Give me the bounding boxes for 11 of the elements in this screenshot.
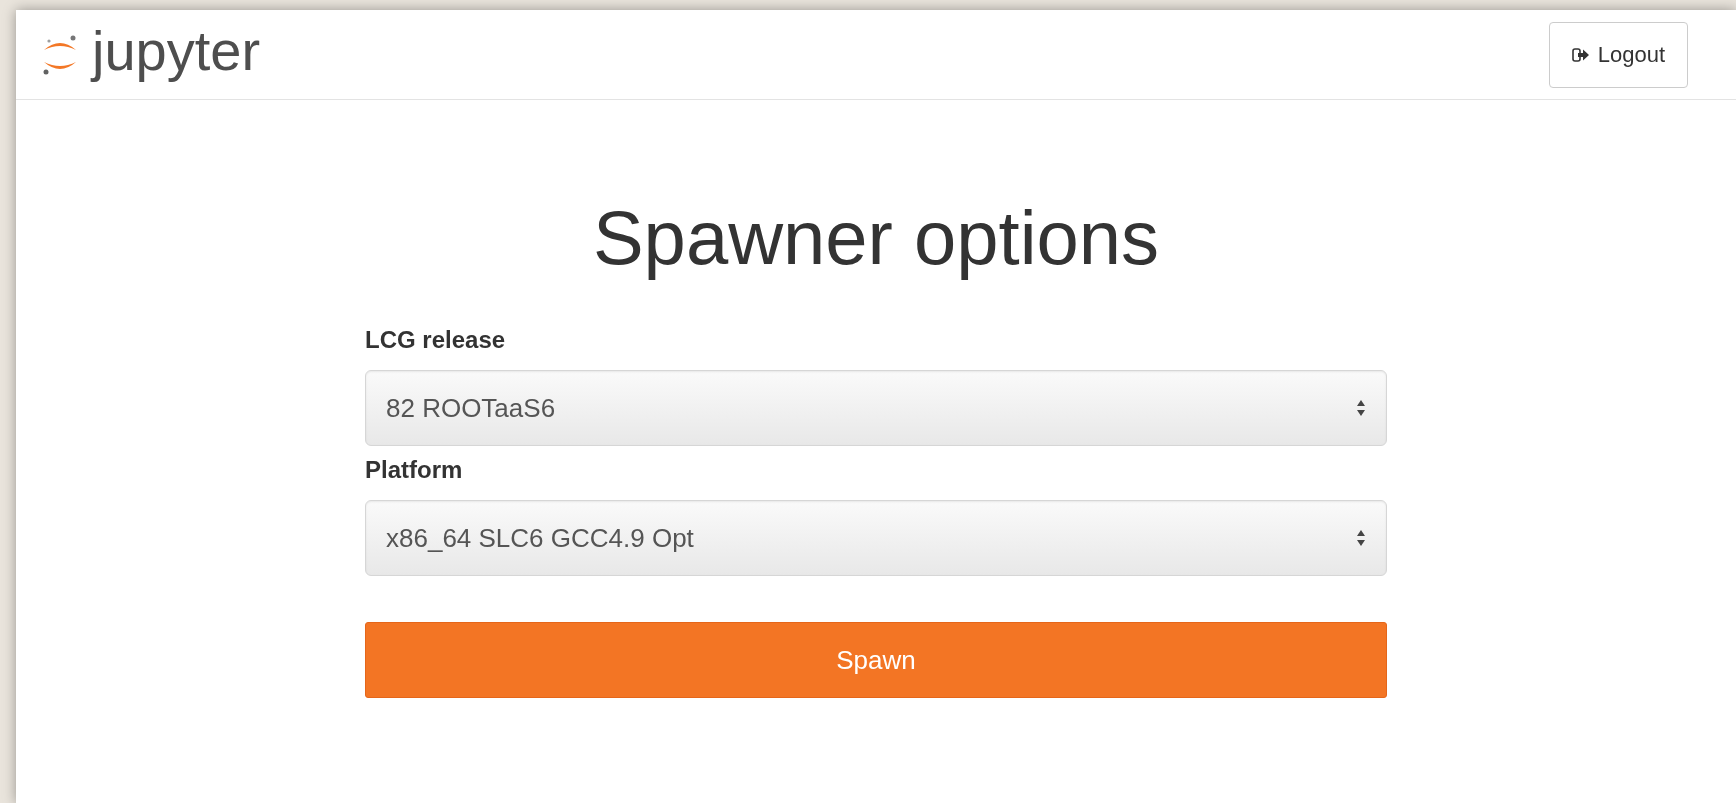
dropdown-select[interactable]: x86_64 SLC6 GCC4.9 Opt: [365, 500, 1387, 576]
logout-button[interactable]: Logout: [1548, 21, 1688, 88]
field-label: Platform: [365, 455, 464, 485]
sign-out-icon: [1571, 46, 1590, 63]
sort-arrows-icon: [1356, 399, 1366, 417]
select-value: x86_64 SLC6 GCC4.9 Opt: [386, 521, 694, 555]
logo-text: jupyter: [92, 22, 261, 84]
dropdown-select[interactable]: 82 ROOTaaS6: [365, 370, 1387, 446]
sort-arrows-icon: [1356, 529, 1366, 547]
select-value: 82 ROOTaaS6: [386, 391, 556, 425]
field-label: LCG release: [365, 325, 507, 355]
